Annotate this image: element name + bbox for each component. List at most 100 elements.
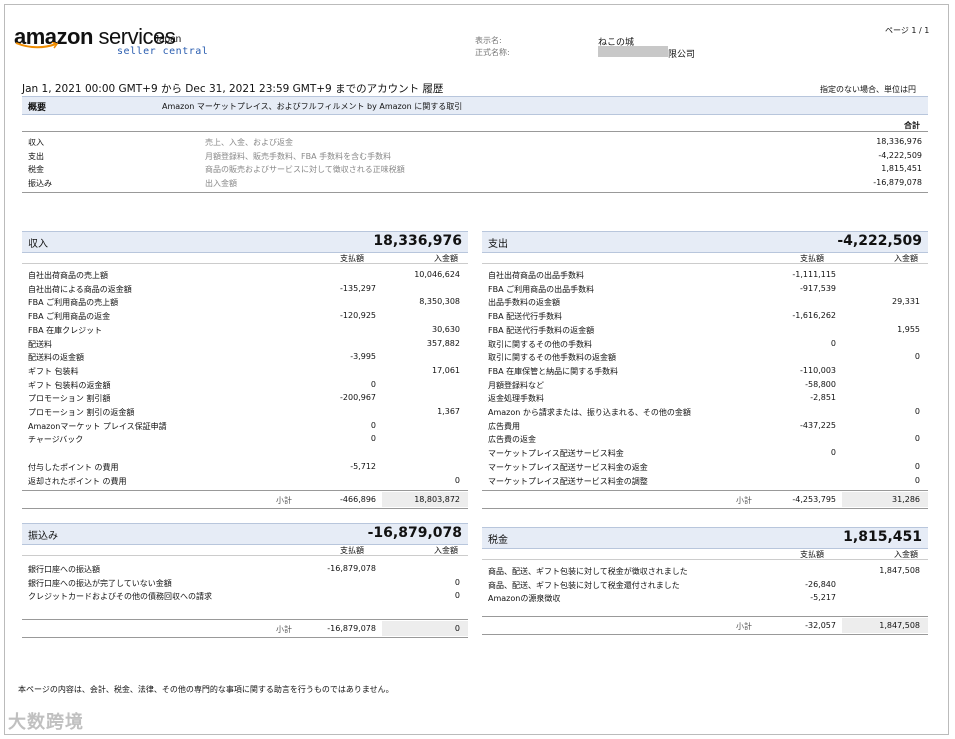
tax-section-total: 1,815,451 [843, 529, 922, 545]
legal-name-suffix: 限公司 [668, 50, 696, 60]
tax-row-pay: -26,840 [805, 579, 836, 589]
income-row-label: 返却されたポイント の費用 [28, 476, 127, 486]
income-row-pay: 0 [370, 420, 376, 430]
transfer-subtotal-receive: 0 [454, 624, 460, 633]
summary-row-value: -4,222,509 [878, 150, 922, 160]
summary-header-bar [22, 96, 928, 115]
expense-row-receive: 0 [914, 461, 920, 471]
expense-row-receive: 0 [914, 475, 920, 485]
expense-row-pay: -437,225 [800, 420, 836, 430]
income-row-receive: 0 [454, 475, 460, 485]
expense-row-pay: -110,003 [800, 365, 836, 375]
expense-row-label: FBA ご利用商品の出品手数料 [488, 284, 595, 294]
income-row-pay: -120,925 [340, 311, 376, 321]
expense-row-pay: 0 [830, 338, 836, 348]
summary-row-value: -16,879,078 [873, 177, 922, 187]
income-subtotal-rule [22, 490, 468, 491]
income-header-rule [22, 263, 468, 264]
summary-row-label: 振込み [28, 178, 52, 188]
expense-section-total: -4,222,509 [837, 233, 922, 249]
summary-row-description: 売上、入金、および返金 [205, 138, 293, 147]
tax-row-label: 商品、配送、ギフト包装に対して税金が徴収されました [488, 567, 688, 576]
income-row-pay: -3,995 [350, 352, 376, 362]
tax-subtotal-receive: 1,847,508 [879, 621, 920, 630]
expense-row-label: FBA 配送代行手数料 [488, 312, 563, 322]
expense-row-label: 広告費の返金 [488, 435, 536, 445]
display-name-label: 表示名: [475, 36, 502, 45]
tax-subtotal-rule-bottom [482, 634, 928, 635]
expense-subtotal-pay: -4,253,795 [792, 495, 836, 504]
income-row-label: 自社出荷による商品の返金額 [28, 284, 132, 294]
transfer-header-rule [22, 555, 468, 556]
expense-row-label: マーケットプレイス配送サービス料金の調整 [488, 476, 648, 486]
expense-row-label: Amazon から請求または、振り込まれる、その他の金額 [488, 408, 691, 417]
expense-row-pay: 0 [830, 448, 836, 458]
expense-header-rule [482, 263, 928, 264]
expense-row-pay: -917,539 [800, 283, 836, 293]
transfer-section-total: -16,879,078 [367, 525, 462, 541]
legal-name-label: 正式名称: [475, 48, 510, 57]
expense-subtotal-rule-bottom [482, 508, 928, 509]
summary-row-description: 商品の販売およびサービスに対して徴収される正味税額 [205, 165, 405, 174]
expense-row-receive: 1,955 [897, 324, 920, 334]
summary-description: Amazon マーケットプレイス、およびフルフィルメント by Amazon に… [162, 102, 463, 111]
watermark: 大数跨境 [8, 712, 84, 733]
tax-row-receive: 1,847,508 [879, 566, 920, 575]
income-row-receive: 10,046,624 [414, 270, 460, 279]
expense-row-label: マーケットプレイス配送サービス料金 [488, 449, 624, 459]
income-row-pay: -135,297 [340, 283, 376, 293]
income-row-label: 自社出荷商品の売上額 [28, 271, 108, 280]
tax-header-rule [482, 559, 928, 560]
transfer-subtotal-label: 小計 [276, 625, 292, 634]
expense-row-pay: -1,111,115 [792, 270, 836, 279]
tax-row-label: 商品、配送、ギフト包装に対して税金還付されました [488, 580, 680, 590]
summary-row-value: 1,815,451 [881, 164, 922, 173]
income-row-label: Amazonマーケット プレイス保証申請 [28, 421, 167, 431]
income-row-label: ギフト 包装料の返金額 [28, 380, 111, 390]
income-row-label: FBA 在庫クレジット [28, 325, 103, 335]
transfer-subtotal-pay: -16,879,078 [327, 624, 376, 633]
income-subtotal-pay: -466,896 [340, 495, 376, 504]
footer-disclaimer: 本ページの内容は、会計、税金、法律、その他の専門的な事項に関する助言を行うもので… [18, 685, 394, 694]
expense-row-receive: 0 [914, 434, 920, 444]
expense-section-title: 支出 [488, 239, 508, 250]
expense-subtotal-label: 小計 [736, 496, 752, 505]
summary-row-description: 月額登録料、販売手数料、FBA 手数料を含む手数料 [205, 151, 392, 161]
amazon-smile-icon [15, 42, 59, 49]
summary-row-label: 支出 [28, 151, 44, 161]
expense-row-label: 取引に関するその他の手数料 [488, 339, 592, 349]
redacted-legal-name [598, 46, 668, 57]
expense-row-receive: 0 [914, 352, 920, 362]
seller-central-logo-text: seller central [117, 46, 209, 57]
period-title: Jan 1, 2021 00:00 GMT+9 から Dec 31, 2021 … [22, 83, 444, 95]
income-row-label: 付与したポイント の費用 [28, 462, 119, 472]
transfer-row-label: クレジットカードおよびその他の債務回収への請求 [28, 592, 212, 601]
transfer-row-receive: 0 [454, 577, 460, 587]
expense-row-label: マーケットプレイス配送サービス料金の返金 [488, 462, 648, 472]
income-row-label: ギフト 包装料 [28, 366, 79, 376]
expense-row-receive: 29,331 [892, 297, 920, 307]
transfer-subtotal-rule-bottom [22, 637, 468, 638]
tax-section-title: 税金 [488, 535, 508, 546]
expense-row-label: 出品手数料の返金額 [488, 298, 560, 308]
expense-row-label: 広告費用 [488, 421, 520, 431]
income-row-label: FBA ご利用商品の売上額 [28, 298, 119, 308]
income-row-receive: 357,882 [426, 338, 460, 348]
summary-total-header: 合計 [904, 121, 920, 130]
summary-row-description: 出入金額 [205, 178, 237, 188]
income-section-title: 収入 [28, 239, 48, 250]
expense-row-label: FBA 配送代行手数料の返金額 [488, 325, 595, 335]
income-row-pay: 0 [370, 434, 376, 444]
expense-row-label: 自社出荷商品の出品手数料 [488, 271, 584, 280]
expense-subtotal-receive: 31,286 [892, 495, 920, 504]
expense-row-pay: -1,616,262 [792, 311, 836, 321]
currency-note: 指定のない場合、単位は円 [820, 85, 916, 94]
expense-row-pay: -2,851 [810, 393, 836, 403]
summary-rule-top [22, 131, 928, 132]
summary-row-value: 18,336,976 [876, 137, 922, 146]
expense-row-label: FBA 在庫保管と納品に関する手数料 [488, 366, 619, 376]
page-number: ページ 1 / 1 [885, 26, 930, 35]
tax-row-pay: -5,217 [810, 593, 836, 602]
income-row-receive: 30,630 [432, 324, 460, 334]
tax-subtotal-pay: -32,057 [805, 621, 836, 630]
